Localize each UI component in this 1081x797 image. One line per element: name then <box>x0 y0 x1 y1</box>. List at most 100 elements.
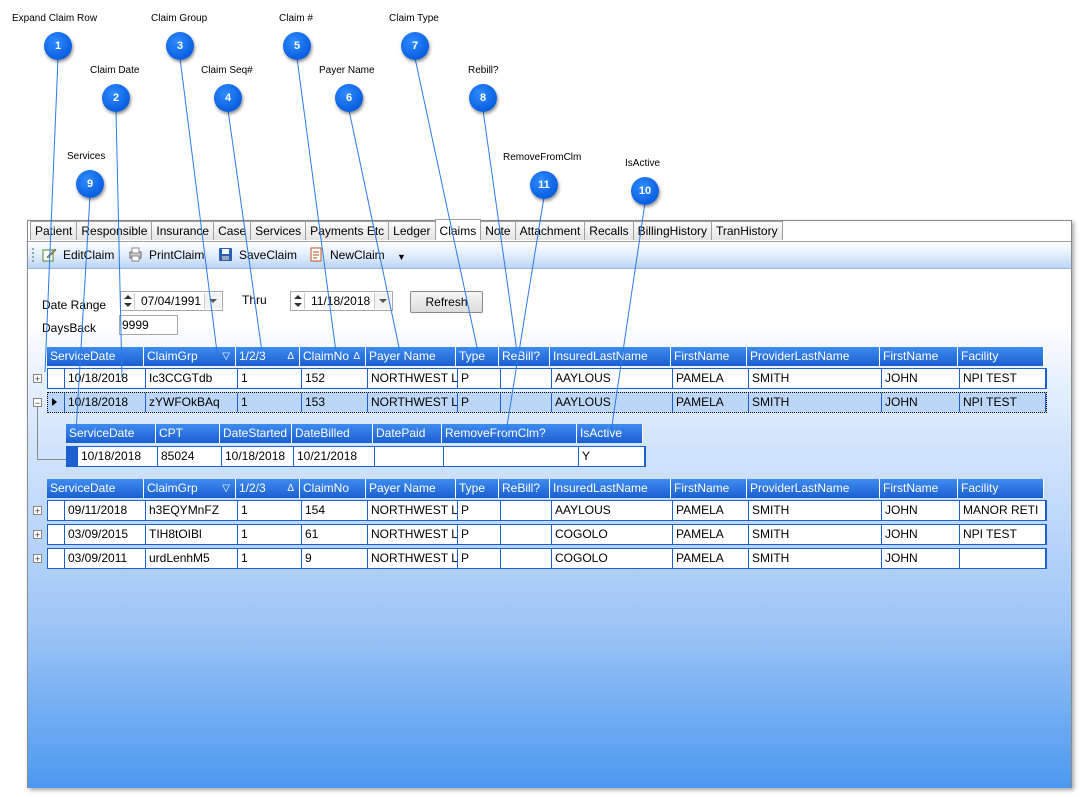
cell-insuredlastname[interactable]: COGOLO <box>552 549 673 568</box>
cell-facility[interactable] <box>960 549 1046 568</box>
column-header-firstname[interactable]: FirstName <box>671 347 747 366</box>
column-header-isactive[interactable]: IsActive <box>577 424 643 443</box>
cell-servicedate[interactable]: 10/18/2018 <box>65 393 146 412</box>
cell-facility[interactable]: NPI TEST <box>960 369 1046 388</box>
tab-attachment[interactable]: Attachment <box>514 221 586 240</box>
cell-1-2-3[interactable]: 1 <box>238 549 302 568</box>
tab-claims[interactable]: Claims <box>434 219 482 240</box>
column-header-removefromclm[interactable]: RemoveFromClm? <box>442 424 577 443</box>
cell-providerlastname[interactable]: SMITH <box>749 549 882 568</box>
sort-icon[interactable]: Δ <box>287 479 294 498</box>
cell-providerlastname[interactable]: SMITH <box>749 369 882 388</box>
cell-payer-name[interactable]: NORTHWEST L <box>368 369 458 388</box>
cell-claimgrp[interactable]: urdLenhM5 <box>146 549 238 568</box>
column-header-providerlastname[interactable]: ProviderLastName <box>747 479 880 498</box>
claim-row[interactable]: 03/09/2015 TIH8tOIBl 1 61 NORTHWEST L P COGOLO… <box>47 524 1047 545</box>
cell-facility[interactable]: MANOR RETI <box>960 501 1046 520</box>
from-date-dropdown-icon[interactable] <box>204 293 221 309</box>
cell-firstname[interactable]: PAMELA <box>673 549 749 568</box>
expand-row-icon[interactable]: + <box>33 374 42 384</box>
cell-firstname[interactable]: JOHN <box>882 525 960 544</box>
column-header-firstname[interactable]: FirstName <box>880 347 958 366</box>
cell-providerlastname[interactable]: SMITH <box>749 501 882 520</box>
cell-firstname[interactable]: JOHN <box>882 549 960 568</box>
filter-icon[interactable]: ▽ <box>222 479 230 498</box>
column-header-datestarted[interactable]: DateStarted <box>220 424 292 443</box>
cell-insuredlastname[interactable]: AAYLOUS <box>552 501 673 520</box>
cell-claimno[interactable]: 154 <box>302 501 368 520</box>
tab-tran-history[interactable]: TranHistory <box>711 221 783 240</box>
row-selector[interactable] <box>48 549 65 568</box>
cell-1-2-3[interactable]: 1 <box>238 525 302 544</box>
cell-claimgrp[interactable]: Ic3CCGTdb <box>146 369 238 388</box>
cell-firstname[interactable]: PAMELA <box>673 393 749 412</box>
cell-rebill[interactable] <box>501 501 552 520</box>
cell-type[interactable]: P <box>458 525 501 544</box>
column-header-servicedate[interactable]: ServiceDate <box>47 479 144 498</box>
cell-providerlastname[interactable]: SMITH <box>749 393 882 412</box>
column-header-servicedate[interactable]: ServiceDate <box>66 424 156 443</box>
column-header-cpt[interactable]: CPT <box>156 424 220 443</box>
cell-servicedate[interactable]: 10/18/2018 <box>78 447 158 466</box>
cell-firstname[interactable]: JOHN <box>882 501 960 520</box>
cell-rebill[interactable] <box>501 369 552 388</box>
column-header-payer-name[interactable]: Payer Name <box>366 347 456 366</box>
cell-providerlastname[interactable]: SMITH <box>749 525 882 544</box>
cell-1-2-3[interactable]: 1 <box>238 369 302 388</box>
tab-ledger[interactable]: Ledger <box>388 221 436 240</box>
thru-date-picker[interactable]: 11/18/2018 <box>290 291 393 311</box>
column-header-type[interactable]: Type <box>456 347 499 366</box>
cell-datestarted[interactable]: 10/18/2018 <box>222 447 294 466</box>
thru-date-dropdown-icon[interactable] <box>374 293 391 309</box>
column-header-claimgrp[interactable]: ClaimGrp ▽ <box>144 479 236 498</box>
cell-removefromclm[interactable] <box>444 447 579 466</box>
tab-recalls[interactable]: Recalls <box>584 221 634 240</box>
row-selector[interactable] <box>48 369 65 388</box>
cell-firstname[interactable]: PAMELA <box>673 369 749 388</box>
expand-row-icon[interactable]: + <box>33 506 42 516</box>
cell-rebill[interactable] <box>501 549 552 568</box>
cell-1-2-3[interactable]: 1 <box>238 393 302 412</box>
cell-facility[interactable]: NPI TEST <box>960 525 1046 544</box>
claim-row[interactable]: 09/11/2018 h3EQYMnFZ 1 154 NORTHWEST L P AAYLO… <box>47 500 1047 521</box>
from-date-picker[interactable]: 07/04/1991 <box>120 291 223 311</box>
service-row[interactable]: 10/18/2018 85024 10/18/2018 10/21/2018 Y <box>66 446 646 467</box>
column-header-servicedate[interactable]: ServiceDate <box>47 347 144 366</box>
cell-payer-name[interactable]: NORTHWEST L <box>368 501 458 520</box>
collapse-row-icon[interactable]: − <box>33 398 42 408</box>
cell-firstname[interactable]: JOHN <box>882 369 960 388</box>
cell-firstname[interactable]: PAMELA <box>673 525 749 544</box>
column-header-insuredlastname[interactable]: InsuredLastName <box>550 347 671 366</box>
column-header-1-2-3[interactable]: 1/2/3 Δ <box>236 347 300 366</box>
tab-insurance[interactable]: Insurance <box>151 221 215 240</box>
column-header-rebill[interactable]: ReBill? <box>499 347 550 366</box>
column-header-facility[interactable]: Facility <box>958 347 1044 366</box>
cell-isactive[interactable]: Y <box>579 447 645 466</box>
cell-rebill[interactable] <box>501 393 552 412</box>
edit-claim-button[interactable]: EditClaim <box>42 247 114 263</box>
cell-claimno[interactable]: 152 <box>302 369 368 388</box>
cell-servicedate[interactable]: 03/09/2011 <box>65 549 146 568</box>
cell-servicedate[interactable]: 10/18/2018 <box>65 369 146 388</box>
cell-servicedate[interactable]: 09/11/2018 <box>65 501 146 520</box>
refresh-button[interactable]: Refresh <box>410 291 483 313</box>
column-header-claimno[interactable]: ClaimNo <box>300 479 366 498</box>
column-header-rebill[interactable]: ReBill? <box>499 479 550 498</box>
tab-note[interactable]: Note <box>480 221 516 240</box>
cell-payer-name[interactable]: NORTHWEST L <box>368 549 458 568</box>
cell-claimgrp[interactable]: h3EQYMnFZ <box>146 501 238 520</box>
cell-claimno[interactable]: 61 <box>302 525 368 544</box>
thru-date-spinner-icon[interactable] <box>292 293 305 309</box>
cell-claimgrp[interactable]: zYWFOkBAq <box>146 393 238 412</box>
claim-row[interactable]: 10/18/2018 zYWFOkBAq 1 153 NORTHWEST L P AAYLO… <box>47 392 1047 413</box>
column-header-providerlastname[interactable]: ProviderLastName <box>747 347 880 366</box>
tab-responsible[interactable]: Responsible <box>76 221 153 240</box>
cell-firstname[interactable]: PAMELA <box>673 501 749 520</box>
column-header-firstname[interactable]: FirstName <box>671 479 747 498</box>
from-date-spinner-icon[interactable] <box>122 293 135 309</box>
cell-claimno[interactable]: 9 <box>302 549 368 568</box>
cell-payer-name[interactable]: NORTHWEST L <box>368 393 458 412</box>
cell-firstname[interactable]: JOHN <box>882 393 960 412</box>
column-header-datebilled[interactable]: DateBilled <box>292 424 373 443</box>
cell-datebilled[interactable]: 10/21/2018 <box>294 447 375 466</box>
